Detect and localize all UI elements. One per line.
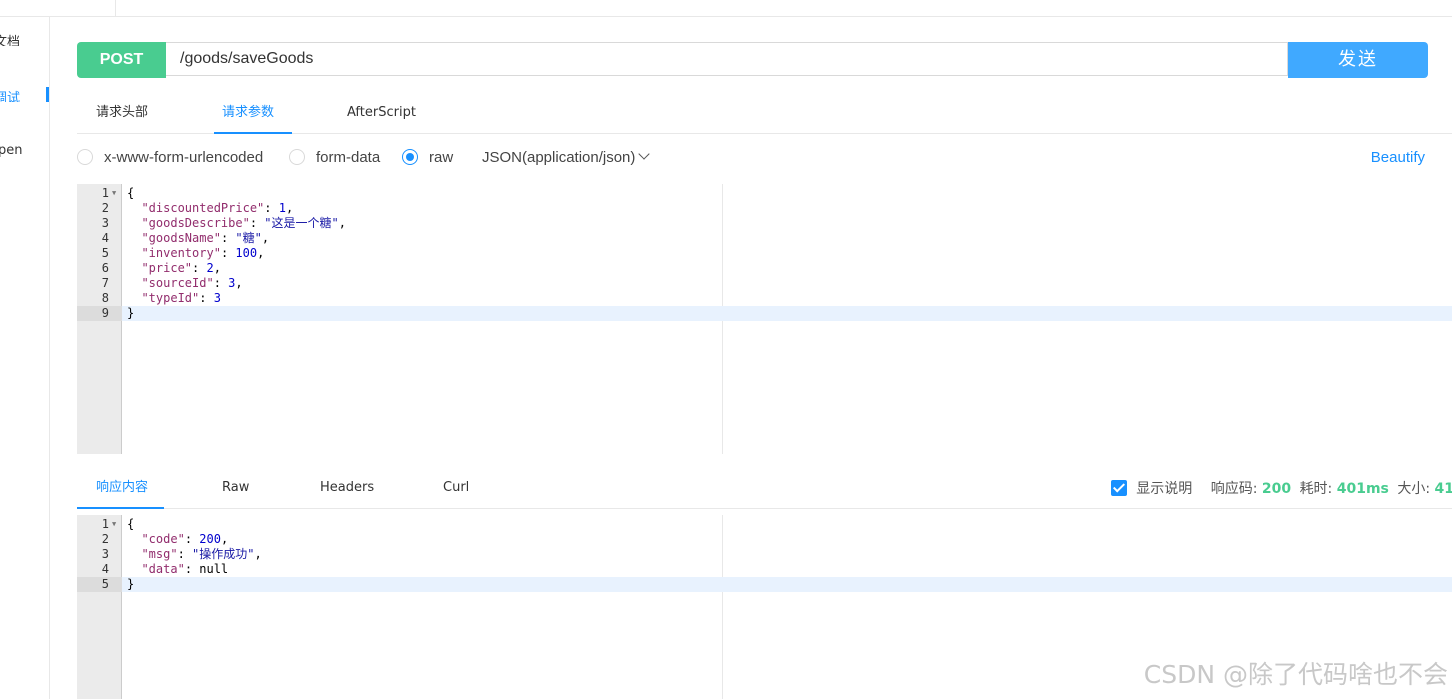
line-number: 5	[77, 577, 122, 592]
line-number: 9	[77, 306, 122, 321]
radio-label[interactable]: raw	[429, 149, 453, 167]
active-indicator	[46, 87, 49, 102]
fold-toggle-icon[interactable]: ▼	[112, 186, 116, 201]
code-line[interactable]: 5 "inventory": 100,	[77, 246, 1452, 261]
code-line[interactable]: 6 "price": 2,	[77, 261, 1452, 276]
tab-label: 响应内容	[96, 480, 149, 495]
sidebar-item-open[interactable]: pen	[0, 143, 49, 158]
fold-toggle-icon[interactable]: ▼	[112, 517, 116, 532]
code-text: }	[127, 577, 135, 591]
time-label: 耗时:	[1299, 481, 1333, 497]
tab-headers[interactable]: Headers	[320, 468, 374, 508]
tab-underline	[77, 507, 165, 509]
tab-raw[interactable]: Raw	[222, 468, 249, 508]
radio-urlencoded[interactable]	[77, 149, 93, 165]
code-text: "code": 200,	[141, 532, 229, 546]
code-line[interactable]: 3 "msg": "操作成功",	[77, 547, 1452, 562]
tab-request-headers[interactable]: 请求头部	[96, 93, 148, 133]
code-line[interactable]: 1 ▼{	[77, 186, 1452, 201]
line-number: 2	[101, 201, 109, 215]
request-body-editor[interactable]: 1 ▼{2 "discountedPrice": 1, 3 "goodsDescri…	[77, 184, 1452, 454]
line-number: 7	[101, 276, 109, 290]
line-number: 3	[101, 216, 109, 230]
sidebar-item-debug[interactable]: 调试	[0, 87, 49, 102]
radio-raw[interactable]	[402, 149, 418, 165]
tab-label: Headers	[320, 480, 375, 495]
response-meta: 显示说明 响应码: 200 耗时: 401ms 大小: 41	[1111, 478, 1452, 498]
tab-response-content[interactable]: 响应内容	[77, 468, 165, 509]
size-label: 大小:	[1397, 481, 1431, 497]
tab-request-params[interactable]: 请求参数	[214, 93, 293, 134]
tab-curl[interactable]: Curl	[443, 468, 469, 508]
code-line[interactable]: 4 "data": null	[77, 562, 1452, 577]
code-text: "sourceId": 3,	[141, 276, 243, 290]
code-line[interactable]: 2 "code": 200,	[77, 532, 1452, 547]
sidebar-item-label: pen	[0, 143, 23, 158]
tab-label: AfterScript	[347, 105, 416, 120]
code-text: "price": 2,	[141, 261, 221, 275]
body-type-row: x-www-form-urlencoded form-data raw JSON…	[77, 145, 1437, 171]
code-line[interactable]: 9}	[77, 306, 1452, 321]
send-button[interactable]: 发送	[1288, 42, 1428, 78]
sidebar-item-label: 文档	[0, 35, 21, 46]
size-value: 41	[1434, 481, 1452, 497]
sidebar-item-docs[interactable]: 文档	[0, 31, 49, 46]
line-number: 3	[101, 547, 109, 561]
code-line[interactable]: 1 ▼{	[77, 517, 1452, 532]
code-text: "msg": "操作成功",	[141, 547, 262, 561]
status-code-label: 响应码:	[1210, 481, 1258, 497]
code-text: "data": null	[141, 562, 229, 576]
content-type-value: JSON(application/json)	[482, 149, 636, 166]
sidebar: 文档 调试 pen	[0, 17, 50, 699]
code-line[interactable]: 8 "typeId": 3	[77, 291, 1452, 306]
content-type-select[interactable]: JSON(application/json)	[482, 148, 651, 167]
status-code-value: 200	[1261, 481, 1292, 497]
tab-afterscript[interactable]: AfterScript	[347, 93, 416, 133]
tab-label: 请求参数	[222, 105, 275, 120]
code-line[interactable]: 7 "sourceId": 3,	[77, 276, 1452, 291]
show-description-label[interactable]: 显示说明	[1136, 481, 1192, 497]
code-line[interactable]: 3 "goodsDescribe": "这是一个糖",	[77, 216, 1452, 231]
beautify-button[interactable]: Beautify	[1371, 149, 1425, 167]
code-text: }	[127, 306, 135, 320]
line-number: 5	[101, 246, 109, 260]
top-strip	[0, 0, 1452, 17]
code-line[interactable]: 2 "discountedPrice": 1,	[77, 201, 1452, 216]
code-text: "inventory": 100,	[141, 246, 265, 260]
code-text: "goodsName": "糖",	[141, 231, 270, 245]
time-value: 401ms	[1336, 481, 1389, 497]
show-description-checkbox[interactable]	[1111, 480, 1128, 496]
code-text: "goodsDescribe": "这是一个糖",	[141, 216, 346, 230]
code-text: "typeId": 3	[141, 291, 221, 305]
request-tabs: 请求头部 请求参数 AfterScript	[77, 93, 1452, 134]
method-badge[interactable]: POST	[77, 42, 166, 78]
watermark: CSDN @除了代码啥也不会	[1143, 660, 1448, 689]
tab-label: Raw	[222, 480, 250, 495]
radio-label[interactable]: form-data	[316, 149, 380, 167]
radio-form-data[interactable]	[289, 149, 305, 165]
radio-label[interactable]: x-www-form-urlencoded	[104, 149, 263, 167]
line-number: 2	[101, 532, 109, 546]
code-text: "discountedPrice": 1,	[141, 201, 294, 215]
request-url-bar: POST 发送	[77, 42, 1428, 78]
chevron-down-icon	[638, 148, 651, 160]
code-line[interactable]: 4 "goodsName": "糖",	[77, 231, 1452, 246]
tab-underline	[214, 132, 293, 134]
code-text: {	[127, 186, 135, 200]
line-number: 4	[101, 562, 109, 576]
tab-label: Curl	[443, 480, 470, 495]
line-number: 8	[101, 291, 109, 305]
url-input[interactable]	[166, 42, 1288, 76]
line-number: 6	[101, 261, 109, 275]
top-tab-stub[interactable]	[0, 0, 116, 16]
sidebar-item-label: 调试	[0, 91, 21, 102]
line-number: 4	[101, 231, 109, 245]
code-text: {	[127, 517, 135, 531]
code-line[interactable]: 5}	[77, 577, 1452, 592]
tab-label: 请求头部	[96, 105, 149, 120]
